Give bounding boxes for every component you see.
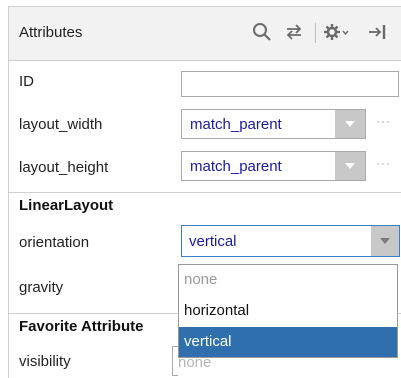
section-linear-layout: LinearLayout (9, 192, 401, 218)
row-id: ID (9, 63, 401, 103)
pin-icon[interactable] (365, 19, 391, 45)
layout-height-label: layout_height (19, 159, 109, 176)
panel-title: Attributes (19, 24, 83, 41)
favorite-attributes-heading: Favorite Attribute (19, 318, 144, 335)
dropdown-option-none[interactable]: none (179, 265, 397, 295)
orientation-dropdown-list: none horizontal vertical (178, 264, 398, 358)
row-layout-height: layout_height match_parent ··· (9, 146, 401, 186)
layout-width-label: layout_width (19, 116, 103, 133)
attributes-header: Attributes (9, 7, 401, 61)
layout-width-value: match_parent (190, 116, 282, 133)
orientation-combo[interactable]: vertical (181, 225, 400, 257)
layout-width-more-button[interactable]: ··· (376, 114, 391, 128)
chevron-down-icon[interactable] (335, 152, 365, 180)
gravity-label: gravity (19, 279, 64, 296)
chevron-down-icon[interactable] (371, 226, 399, 256)
row-layout-width: layout_width match_parent ··· (9, 104, 401, 144)
gear-icon[interactable] (323, 19, 349, 45)
orientation-label: orientation (19, 234, 90, 251)
visibility-label: visibility (19, 353, 71, 370)
layout-height-value: match_parent (190, 158, 282, 175)
chevron-down-icon[interactable] (335, 110, 365, 138)
layout-width-combo[interactable]: match_parent (181, 109, 366, 139)
orientation-value: vertical (189, 233, 237, 250)
layout-height-combo[interactable]: match_parent (181, 151, 366, 181)
layout-height-more-button[interactable]: ··· (376, 156, 391, 170)
id-label: ID (19, 73, 34, 90)
swap-icon[interactable] (281, 19, 307, 45)
toolbar-separator (315, 23, 316, 43)
dropdown-option-vertical[interactable]: vertical (179, 327, 397, 357)
dropdown-option-horizontal[interactable]: horizontal (179, 296, 397, 326)
id-field[interactable] (181, 71, 399, 97)
linear-layout-heading: LinearLayout (19, 197, 114, 214)
row-orientation: orientation vertical (9, 221, 401, 261)
search-icon[interactable] (249, 19, 275, 45)
